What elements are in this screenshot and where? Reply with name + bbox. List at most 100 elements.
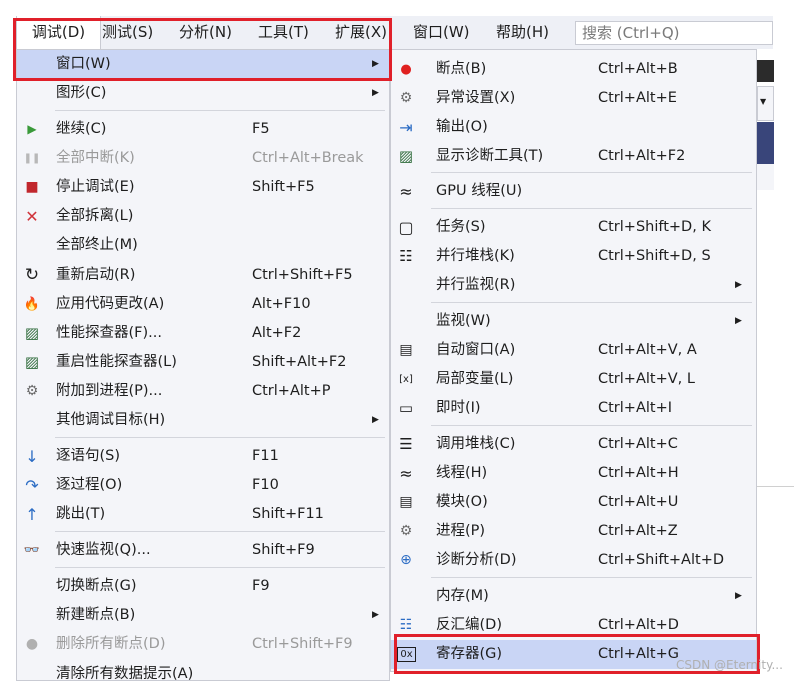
debug-menu-item-shortcut: Ctrl+Alt+P <box>252 383 331 399</box>
debug-menu-item-label: 附加到进程(P)... <box>56 383 163 399</box>
debug-menu-item-label: 逐语句(S) <box>56 448 121 464</box>
debug-menu-item-shortcut: Shift+F9 <box>252 542 315 558</box>
window-submenu-item[interactable]: 监视(W) ▶ <box>391 307 756 336</box>
window-submenu-item[interactable]: ▢ 任务(S) Ctrl+Shift+D, K <box>391 213 756 242</box>
debug-menu-item[interactable]: 其他调试目标(H) ▶ <box>17 406 389 435</box>
debug-menu-item[interactable]: ✕ 全部拆离(L) <box>17 202 389 231</box>
window-submenu-item[interactable]: 并行监视(R) ▶ <box>391 271 756 300</box>
debug-menu-item[interactable]: ● 删除所有断点(D) Ctrl+Shift+F9 <box>17 630 389 659</box>
window-submenu-item[interactable]: ☷ 并行堆栈(K) Ctrl+Shift+D, S <box>391 242 756 271</box>
window-submenu-item[interactable]: ☰ 调用堆栈(C) Ctrl+Alt+C <box>391 430 756 459</box>
window-submenu-item-label: 并行监视(R) <box>436 277 516 293</box>
debug-menu-item-shortcut: Ctrl+Shift+F9 <box>252 636 353 652</box>
window-submenu-item-shortcut: Ctrl+Alt+C <box>598 436 678 452</box>
debug-menu-item[interactable]: 👓 快速监视(Q)... Shift+F9 <box>17 536 389 565</box>
disassembly-icon: ☷ <box>399 617 413 633</box>
pause-icon: ❚❚ <box>23 152 41 164</box>
debug-menu-item-label: 逐过程(O) <box>56 477 123 493</box>
debug-menu-item[interactable]: ⚙ 附加到进程(P)... Ctrl+Alt+P <box>17 377 389 406</box>
window-submenu-item-label: 即时(I) <box>436 400 481 416</box>
hot-reload-icon: 🔥 <box>23 296 41 312</box>
debug-menu-item[interactable]: ▨ 性能探查器(F)... Alt+F2 <box>17 319 389 348</box>
window-submenu-item-shortcut: Ctrl+Shift+Alt+D <box>598 552 725 568</box>
attach-process-icon: ⚙ <box>25 383 39 399</box>
menu-separator <box>55 437 385 438</box>
window-submenu-item[interactable]: ⚙ 进程(P) Ctrl+Alt+Z <box>391 517 756 546</box>
window-submenu-item-label: 监视(W) <box>436 313 491 329</box>
window-submenu-item[interactable]: ▤ 自动窗口(A) Ctrl+Alt+V, A <box>391 336 756 365</box>
search-input[interactable]: 搜索 (Ctrl+Q) <box>575 21 773 45</box>
menu-help[interactable]: 帮助(H) <box>496 16 549 49</box>
debug-menu-item-shortcut: F10 <box>252 477 279 493</box>
toolbar-fragment <box>757 60 774 82</box>
window-submenu-item-shortcut: Ctrl+Alt+Z <box>598 523 678 539</box>
window-submenu-item[interactable]: ≈ GPU 线程(U) <box>391 177 756 206</box>
window-submenu-item[interactable]: ▤ 模块(O) Ctrl+Alt+U <box>391 488 756 517</box>
menu-separator <box>431 425 752 426</box>
window-submenu-item-label: GPU 线程(U) <box>436 183 523 199</box>
window-submenu-item-shortcut: Ctrl+Alt+V, A <box>598 342 697 358</box>
threads-icon: ≈ <box>399 463 413 483</box>
debug-menu-item[interactable]: 全部终止(M) <box>17 231 389 260</box>
debug-menu-item-label: 全部终止(M) <box>56 237 138 253</box>
debug-menu-item-label: 切换断点(G) <box>56 578 137 594</box>
window-submenu-item-label: 输出(O) <box>436 119 488 135</box>
debug-menu-item-shortcut: Shift+F11 <box>252 506 324 522</box>
window-submenu-item-shortcut: Ctrl+Alt+U <box>598 494 679 510</box>
window-submenu-item-label: 自动窗口(A) <box>436 342 516 358</box>
debug-menu-item[interactable]: 清除所有数据提示(A) <box>17 660 389 689</box>
debug-menu-item[interactable]: ❚❚ 全部中断(K) Ctrl+Alt+Break <box>17 144 389 173</box>
debug-menu-item[interactable]: 切换断点(G) F9 <box>17 572 389 601</box>
window-submenu-item[interactable]: ⚙ 异常设置(X) Ctrl+Alt+E <box>391 84 756 113</box>
step-into-icon: ↓ <box>25 446 39 466</box>
profiler-restart-icon: ▨ <box>24 353 40 371</box>
output-icon: ⇥ <box>399 117 413 137</box>
debug-menu-item-shortcut: Shift+Alt+F2 <box>252 354 347 370</box>
debug-menu-item[interactable]: ↷ 逐过程(O) F10 <box>17 471 389 500</box>
close-icon: ✕ <box>25 206 39 226</box>
menu-separator <box>431 577 752 578</box>
debug-menu-item[interactable]: ▶ 继续(C) F5 <box>17 115 389 144</box>
debug-menu-item[interactable]: ↻ 重新启动(R) Ctrl+Shift+F5 <box>17 261 389 290</box>
chevron-right-icon: ▶ <box>735 316 742 326</box>
play-icon: ▶ <box>27 122 37 136</box>
debug-menu-item-shortcut: F5 <box>252 121 270 137</box>
window-submenu-item-shortcut: Ctrl+Alt+B <box>598 61 678 77</box>
window-submenu-item[interactable]: ▭ 即时(I) Ctrl+Alt+I <box>391 394 756 423</box>
menu-window[interactable]: 窗口(W) <box>413 16 470 49</box>
window-submenu-item-label: 线程(H) <box>436 465 488 481</box>
tab-fragment <box>757 164 774 190</box>
watermark: CSDN @Eternity... <box>676 658 783 672</box>
window-submenu-item-label: 任务(S) <box>436 219 486 235</box>
window-submenu-item-label: 模块(O) <box>436 494 488 510</box>
window-submenu-item[interactable]: 内存(M) ▶ <box>391 582 756 611</box>
step-out-icon: ↑ <box>25 504 39 524</box>
debug-menu-item[interactable]: 图形(C) ▶ <box>17 79 389 108</box>
window-submenu-item[interactable]: ● 断点(B) Ctrl+Alt+B <box>391 55 756 84</box>
window-submenu-item[interactable]: ▨ 显示诊断工具(T) Ctrl+Alt+F2 <box>391 142 756 171</box>
window-submenu-item-shortcut: Ctrl+Shift+D, S <box>598 248 711 264</box>
debug-menu-item[interactable]: 🔥 应用代码更改(A) Alt+F10 <box>17 290 389 319</box>
debug-menu-item[interactable]: ↑ 跳出(T) Shift+F11 <box>17 500 389 529</box>
debug-menu-item[interactable]: ↓ 逐语句(S) F11 <box>17 442 389 471</box>
window-submenu-item[interactable]: [x] 局部变量(L) Ctrl+Alt+V, L <box>391 365 756 394</box>
window-submenu-item-shortcut: Ctrl+Alt+H <box>598 465 679 481</box>
window-submenu-item[interactable]: ⇥ 输出(O) <box>391 113 756 142</box>
menu-separator <box>431 302 752 303</box>
window-submenu-item-label: 局部变量(L) <box>436 371 514 387</box>
parallel-stacks-icon: ☷ <box>399 247 413 265</box>
debug-menu-item[interactable]: ■ 停止调试(E) Shift+F5 <box>17 173 389 202</box>
debug-menu-item-label: 应用代码更改(A) <box>56 296 165 312</box>
debug-menu-item[interactable]: 新建断点(B) ▶ <box>17 601 389 630</box>
window-submenu-item-label: 诊断分析(D) <box>436 552 517 568</box>
tasks-icon: ▢ <box>398 217 414 237</box>
locals-icon: [x] <box>399 373 413 385</box>
debug-menu-item[interactable]: ▨ 重启性能探查器(L) Shift+Alt+F2 <box>17 348 389 377</box>
menu-separator <box>55 567 385 568</box>
debug-menu-item-label: 性能探查器(F)... <box>56 325 162 341</box>
window-submenu-item[interactable]: ≈ 线程(H) Ctrl+Alt+H <box>391 459 756 488</box>
chevron-right-icon: ▶ <box>735 280 742 290</box>
window-submenu-item[interactable]: ⊕ 诊断分析(D) Ctrl+Shift+Alt+D <box>391 546 756 575</box>
debug-menu-item-shortcut: Alt+F10 <box>252 296 311 312</box>
diagnostics-analysis-icon: ⊕ <box>400 552 412 568</box>
